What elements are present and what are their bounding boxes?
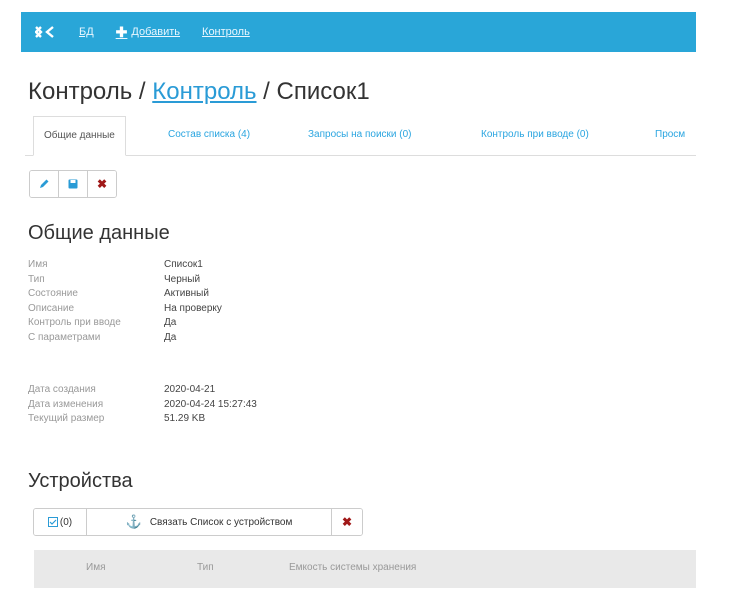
select-count: (0)	[59, 516, 73, 528]
devices-toolbar: (0) ⚓ Связать Список с устройством ✖	[33, 508, 363, 536]
property-value: Список1	[164, 259, 203, 270]
plus-icon: ✚	[115, 23, 128, 40]
general-heading: Общие данные	[28, 222, 170, 244]
property-label: Дата изменения	[28, 398, 104, 410]
page-title: Контроль / Контроль / Список1	[28, 78, 370, 106]
property-row: Дата изменения 2020-04-24 15:27:43	[28, 399, 257, 414]
link-device-button[interactable]: ⚓ Связать Список с устройством	[87, 509, 332, 535]
property-label: Имя	[28, 259, 48, 270]
property-value: Да	[164, 331, 177, 343]
property-label: Дата создания	[28, 384, 96, 395]
property-value: 2020-04-24 15:27:43	[164, 398, 257, 410]
tab-bar: Общие данные Состав списка (4) Запросы н…	[25, 116, 696, 156]
property-row: Текущий размер 51.29 KB	[28, 413, 257, 428]
logo-icon[interactable]	[35, 26, 57, 38]
property-value: 2020-04-21	[164, 384, 216, 395]
save-button[interactable]	[59, 171, 88, 197]
pencil-icon	[40, 179, 49, 188]
tab-input-control[interactable]: Контроль при вводе (0)	[481, 116, 589, 154]
link-device-label: Связать Список с устройством	[149, 516, 293, 528]
property-row: Описание На проверку	[28, 303, 222, 318]
breadcrumb-control-link[interactable]: Контроль	[152, 78, 256, 105]
tab-search-requests[interactable]: Запросы на поиски (0)	[308, 116, 412, 154]
devices-table-header: Имя Тип Емкость системы хранения	[34, 550, 696, 588]
action-buttons: ✖	[29, 170, 117, 198]
column-header-name[interactable]: Имя	[86, 562, 105, 573]
close-icon: ✖	[96, 177, 108, 191]
title-part1: Контроль	[28, 78, 133, 105]
property-label: С параметрами	[28, 331, 101, 343]
delete-button[interactable]: ✖	[88, 171, 116, 197]
column-header-type[interactable]: Тип	[197, 562, 214, 573]
property-row: Контроль при вводе Да	[28, 317, 222, 332]
title-separator: /	[132, 78, 153, 105]
property-row: Дата создания 2020-04-21	[28, 384, 257, 399]
unlink-button[interactable]: ✖	[332, 509, 362, 535]
floppy-icon	[68, 179, 78, 189]
property-label: Описание	[28, 302, 75, 314]
column-header-capacity[interactable]: Емкость системы хранения	[289, 562, 416, 573]
general-properties: Имя Список1 Тип Черный Состояние Активный О…	[28, 259, 222, 346]
select-all-button[interactable]: (0)	[34, 509, 87, 535]
property-label: Текущий размер	[28, 413, 105, 424]
nav-add-label: Добавить	[131, 26, 181, 38]
anchor-icon: ⚓	[125, 514, 142, 529]
tab-list-contents[interactable]: Состав списка (4)	[168, 116, 250, 154]
property-row: Тип Черный	[28, 274, 222, 289]
title-part3: Список1	[276, 78, 370, 105]
property-row: Имя Список1	[28, 259, 222, 274]
close-icon: ✖	[341, 515, 353, 529]
nav-add-link[interactable]: ✚ Добавить	[116, 24, 180, 41]
property-row: С параметрами Да	[28, 332, 222, 347]
property-label: Тип	[28, 273, 45, 285]
property-value: Активный	[164, 288, 209, 299]
property-value: На проверку	[164, 302, 222, 314]
tab-general[interactable]: Общие данные	[33, 116, 126, 156]
devices-heading: Устройства	[28, 470, 133, 492]
title-separator: /	[256, 78, 277, 105]
property-label: Контроль при вводе	[28, 317, 121, 328]
app-window: БД ✚ Добавить Контроль Контроль / Контрол…	[21, 0, 696, 592]
top-navbar: БД ✚ Добавить Контроль	[21, 12, 696, 52]
edit-button[interactable]	[30, 171, 59, 197]
property-value: Да	[164, 317, 177, 328]
property-label: Состояние	[28, 288, 78, 299]
nav-db-link[interactable]: БД	[79, 26, 94, 38]
nav-control-link[interactable]: Контроль	[202, 26, 250, 38]
property-value: Черный	[164, 273, 201, 285]
general-dates: Дата создания 2020-04-21 Дата изменения 20…	[28, 384, 257, 428]
checkbox-icon	[47, 517, 58, 527]
tab-view[interactable]: Просм	[655, 116, 685, 154]
property-row: Состояние Активный	[28, 288, 222, 303]
property-value: 51.29 KB	[164, 413, 206, 424]
